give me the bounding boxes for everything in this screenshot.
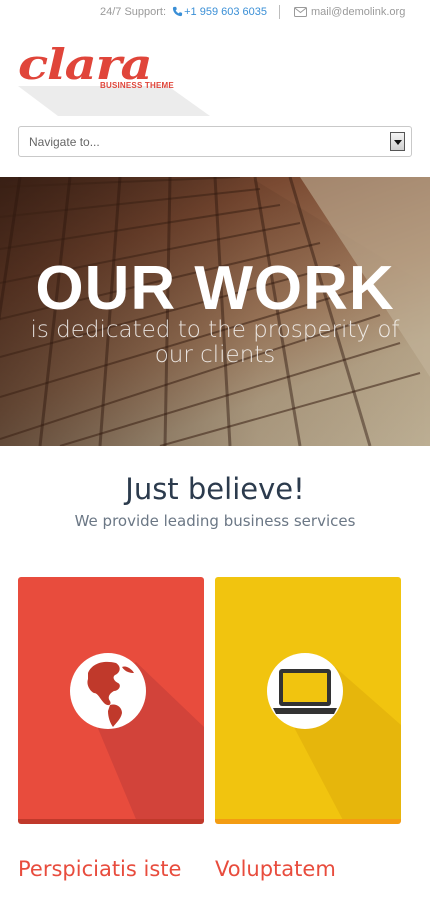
laptop-icon — [267, 653, 401, 819]
hero-subtitle-line1: is dedicated to the prosperity of — [30, 317, 400, 343]
logo[interactable]: clara BUSINESS THEME — [18, 40, 218, 118]
service-card-globe[interactable] — [18, 577, 204, 824]
divider — [279, 5, 280, 19]
support-info: 24/7 Support: +1 959 603 6035 — [100, 6, 267, 20]
hero-title: OUR WORK — [35, 254, 395, 323]
globe-icon — [70, 653, 204, 819]
envelope-icon — [294, 7, 307, 20]
navigate-select[interactable]: Navigate to... — [18, 126, 412, 157]
email-info: mail@demolink.org — [294, 6, 405, 20]
chevron-down-icon[interactable] — [390, 132, 405, 151]
hero-subtitle: is dedicated to the prosperity of our cl… — [0, 318, 430, 368]
hero-banner: OUR WORK is dedicated to the prosperity … — [0, 177, 430, 446]
navigate-select-value: Navigate to... — [29, 135, 100, 149]
section-title: Just believe! — [125, 472, 305, 506]
email-link[interactable]: mail@demolink.org — [311, 6, 405, 18]
support-label: 24/7 Support: — [100, 6, 167, 18]
service-card-title[interactable]: Perspiciatis iste — [18, 857, 181, 881]
phone-link[interactable]: +1 959 603 6035 — [184, 6, 267, 18]
service-card-laptop[interactable] — [215, 577, 401, 824]
hero-subtitle-line2: our clients — [154, 342, 276, 368]
logo-tagline: BUSINESS THEME — [100, 81, 174, 90]
top-bar: 24/7 Support: +1 959 603 6035 mail@demol… — [0, 0, 430, 26]
phone-icon — [172, 6, 183, 20]
section-subtitle: We provide leading business services — [74, 512, 356, 530]
service-card-title[interactable]: Voluptatem — [215, 857, 336, 881]
